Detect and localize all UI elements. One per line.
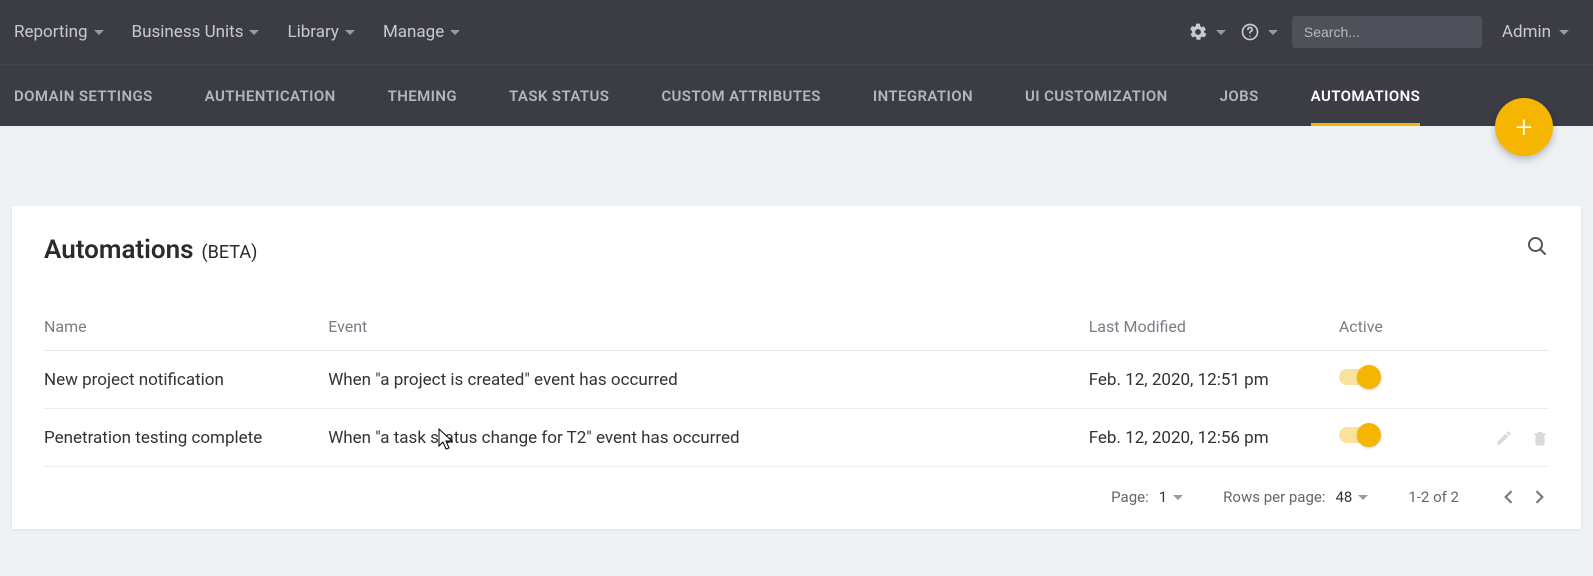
pager-page-label: Page: — [1111, 488, 1149, 506]
toggle-knob — [1357, 365, 1381, 389]
pager-range: 1-2 of 2 — [1408, 488, 1459, 506]
table-search-button[interactable] — [1525, 234, 1549, 262]
search-icon — [1525, 234, 1549, 258]
admin-label: Admin — [1502, 22, 1551, 42]
table-row[interactable]: New project notification When "a project… — [44, 351, 1549, 409]
col-header-actions — [1459, 303, 1549, 351]
admin-menu[interactable]: Admin — [1496, 22, 1579, 42]
tab-automations[interactable]: AUTOMATIONS — [1311, 65, 1421, 126]
settings-menu[interactable] — [1188, 22, 1226, 42]
cell-event: When "a task status change for T2" event… — [328, 409, 1089, 467]
cell-actions — [1459, 409, 1549, 467]
automations-table: Name Event Last Modified Active New proj… — [44, 303, 1549, 467]
topbar: Reporting Business Units Library Manage … — [0, 0, 1593, 64]
tab-authentication[interactable]: AUTHENTICATION — [205, 65, 336, 126]
chevron-down-icon — [1358, 495, 1368, 500]
help-icon — [1240, 22, 1260, 42]
nav-business-units[interactable]: Business Units — [132, 22, 260, 42]
tab-theming[interactable]: THEMING — [388, 65, 457, 126]
tabbar: DOMAIN SETTINGS AUTHENTICATION THEMING T… — [0, 64, 1593, 126]
chevron-down-icon — [1173, 495, 1183, 500]
pager: Page: 1 Rows per page: 48 1-2 of 2 — [44, 467, 1549, 511]
gear-icon — [1188, 22, 1208, 42]
pager-page-value: 1 — [1159, 488, 1167, 506]
card-header: Automations (BETA) — [44, 234, 1549, 265]
edit-icon[interactable] — [1495, 429, 1513, 447]
tab-custom-attributes[interactable]: CUSTOM ATTRIBUTES — [661, 65, 821, 126]
beta-badge: (BETA) — [202, 242, 258, 263]
chevron-down-icon — [450, 30, 460, 35]
cell-actions — [1459, 351, 1549, 409]
topbar-right: Admin — [1188, 16, 1579, 48]
cell-event: When "a project is created" event has oc… — [328, 351, 1089, 409]
pager-nav — [1499, 487, 1549, 507]
chevron-right-icon — [1529, 487, 1549, 507]
nav-label: Library — [287, 22, 338, 42]
cell-active — [1339, 351, 1459, 409]
cell-modified: Feb. 12, 2020, 12:56 pm — [1089, 409, 1339, 467]
delete-icon[interactable] — [1531, 429, 1549, 447]
page-title: Automations — [44, 235, 194, 265]
primary-nav: Reporting Business Units Library Manage — [14, 22, 460, 42]
pager-rpp-label: Rows per page: — [1223, 488, 1325, 506]
chevron-down-icon — [94, 30, 104, 35]
plus-icon: + — [1516, 110, 1533, 145]
active-toggle[interactable] — [1339, 427, 1379, 443]
pager-page-select[interactable]: 1 — [1159, 488, 1183, 506]
nav-reporting[interactable]: Reporting — [14, 22, 104, 42]
col-header-modified: Last Modified — [1089, 303, 1339, 351]
pager-rpp-select[interactable]: 48 — [1335, 488, 1368, 506]
nav-label: Manage — [383, 22, 444, 42]
active-toggle[interactable] — [1339, 369, 1379, 385]
col-header-name: Name — [44, 303, 328, 351]
nav-label: Business Units — [132, 22, 244, 42]
nav-manage[interactable]: Manage — [383, 22, 460, 42]
col-header-active: Active — [1339, 303, 1459, 351]
add-automation-button[interactable]: + — [1495, 98, 1553, 156]
cell-active — [1339, 409, 1459, 467]
chevron-left-icon — [1499, 487, 1519, 507]
pager-rpp-group: Rows per page: 48 — [1223, 488, 1368, 506]
title-row: Automations (BETA) — [44, 235, 257, 265]
table-row[interactable]: Penetration testing complete When "a tas… — [44, 409, 1549, 467]
help-menu[interactable] — [1240, 22, 1278, 42]
table-header-row: Name Event Last Modified Active — [44, 303, 1549, 351]
pager-rpp-value: 48 — [1335, 488, 1352, 506]
pager-next[interactable] — [1529, 487, 1549, 507]
tab-domain-settings[interactable]: DOMAIN SETTINGS — [14, 65, 153, 126]
chevron-down-icon — [1559, 30, 1569, 35]
pager-page-group: Page: 1 — [1111, 488, 1183, 506]
tab-ui-customization[interactable]: UI CUSTOMIZATION — [1025, 65, 1168, 126]
cell-name: New project notification — [44, 351, 328, 409]
cell-modified: Feb. 12, 2020, 12:51 pm — [1089, 351, 1339, 409]
search-input[interactable] — [1292, 16, 1482, 48]
tab-jobs[interactable]: JOBS — [1220, 65, 1259, 126]
chevron-down-icon — [1216, 30, 1226, 35]
tab-task-status[interactable]: TASK STATUS — [509, 65, 609, 126]
automations-card: Automations (BETA) Name Event Last Modif… — [12, 206, 1581, 529]
chevron-down-icon — [1268, 30, 1278, 35]
chevron-down-icon — [249, 30, 259, 35]
toggle-knob — [1357, 423, 1381, 447]
cell-name: Penetration testing complete — [44, 409, 328, 467]
nav-label: Reporting — [14, 22, 88, 42]
pager-prev[interactable] — [1499, 487, 1519, 507]
col-header-event: Event — [328, 303, 1089, 351]
tab-integration[interactable]: INTEGRATION — [873, 65, 973, 126]
content: Automations (BETA) Name Event Last Modif… — [0, 126, 1593, 529]
nav-library[interactable]: Library — [287, 22, 354, 42]
chevron-down-icon — [345, 30, 355, 35]
